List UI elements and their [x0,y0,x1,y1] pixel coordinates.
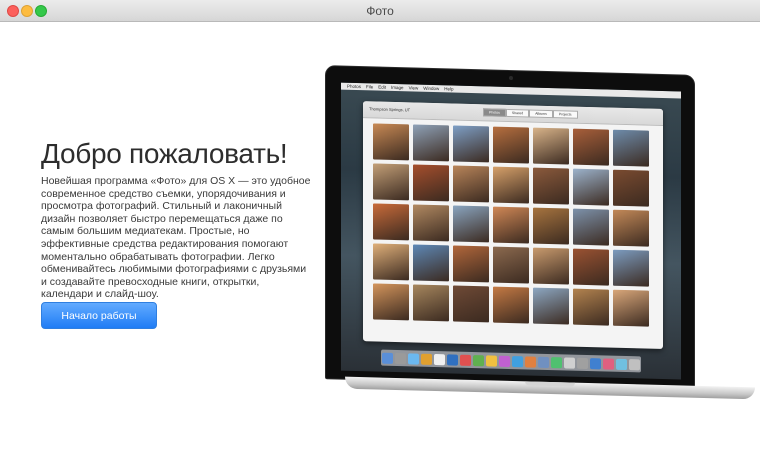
title-bar: Фото [0,0,760,22]
photo-thumbnail [373,243,409,281]
photo-thumbnail [373,123,409,161]
photos-tab: Albums [529,109,553,119]
photo-thumbnail [413,244,449,282]
dock-app-icon [629,358,640,370]
screen-menu-item: Edit [378,84,387,90]
photo-thumbnail [533,287,569,325]
screen-menu-item: Window [423,85,440,92]
photo-thumbnail [573,288,609,326]
photos-tab: Projects [552,110,578,119]
screen-menu-item: Photos [347,83,362,90]
photo-grid [373,123,655,327]
dock-app-icon [434,353,445,365]
dock-app-icon [473,354,484,366]
photo-thumbnail [613,169,649,207]
photo-thumbnail [373,283,409,321]
photo-thumbnail [533,167,569,205]
photo-thumbnail [493,206,529,244]
photo-thumbnail [533,207,569,245]
photo-thumbnail [573,168,609,206]
get-started-button[interactable]: Начало работы [41,302,157,329]
dock [381,349,641,373]
dock-app-icon [603,357,614,370]
dock-app-icon [590,357,601,369]
laptop-screen: Photos File Edit Image View Window Help Thomps… [341,82,681,380]
dock-app-icon [616,358,627,370]
photo-thumbnail [453,125,489,163]
photo-thumbnail [413,124,449,162]
screen-menu-item: File [366,84,374,90]
photo-thumbnail [413,284,449,322]
dock-app-icon [486,354,497,367]
photo-thumbnail [573,208,609,246]
screen-menu-item: Help [444,86,454,92]
dock-app-icon [525,355,536,368]
photo-thumbnail [453,285,489,323]
screen-menu-item: Image [391,84,404,91]
photo-thumbnail [373,203,409,241]
dock-app-icon [395,352,406,364]
dock-app-icon [460,354,471,366]
dock-app-icon [408,352,419,365]
screen-menu-item: View [408,85,419,91]
photos-toolbar: Thompson Springs, UT Photos Shared Albums P… [363,101,663,127]
photo-thumbnail [573,248,609,286]
photo-thumbnail [453,245,489,283]
laptop-notch [525,381,575,387]
window-title: Фото [366,4,394,18]
photo-thumbnail [573,128,609,166]
photo-thumbnail [533,127,569,165]
camera-icon [509,75,513,81]
photo-thumbnail [613,289,649,327]
laptop-illustration: Photos File Edit Image View Window Help Thomps… [325,65,755,400]
photos-tab: Shared [505,108,530,118]
photos-tab: Photos [483,108,506,117]
screen-menubar: Photos File Edit Image View Window Help [341,82,681,99]
welcome-description: Новейшая программа «Фото» для OS X — это… [41,175,311,301]
photo-thumbnail [493,246,529,284]
photo-thumbnail [493,126,529,164]
photo-thumbnail [533,247,569,285]
photo-thumbnail [613,209,649,247]
dock-app-icon [512,355,523,367]
dock-app-icon [564,356,575,369]
welcome-heading: Добро пожаловать! [41,138,288,169]
photos-app-window: Thompson Springs, UT Photos Shared Albums P… [363,101,663,350]
dock-app-icon [577,357,588,369]
photo-thumbnail [413,164,449,202]
photo-thumbnail [453,205,489,243]
photo-thumbnail [453,165,489,203]
dock-app-icon [382,352,393,364]
photo-thumbnail [493,286,529,324]
dock-app-icon [447,353,458,366]
laptop-lid: Photos File Edit Image View Window Help Thomps… [325,65,695,389]
dock-app-icon [499,355,510,367]
photo-thumbnail [613,129,649,167]
photo-thumbnail [413,204,449,242]
location-label: Thompson Springs, UT [369,106,411,113]
photo-thumbnail [613,249,649,287]
dock-app-icon [551,356,562,368]
dock-app-icon [538,356,549,368]
photos-tabs: Photos Shared Albums Projects [483,108,578,119]
photo-thumbnail [373,163,409,201]
dock-app-icon [421,353,432,365]
photo-thumbnail [493,166,529,204]
